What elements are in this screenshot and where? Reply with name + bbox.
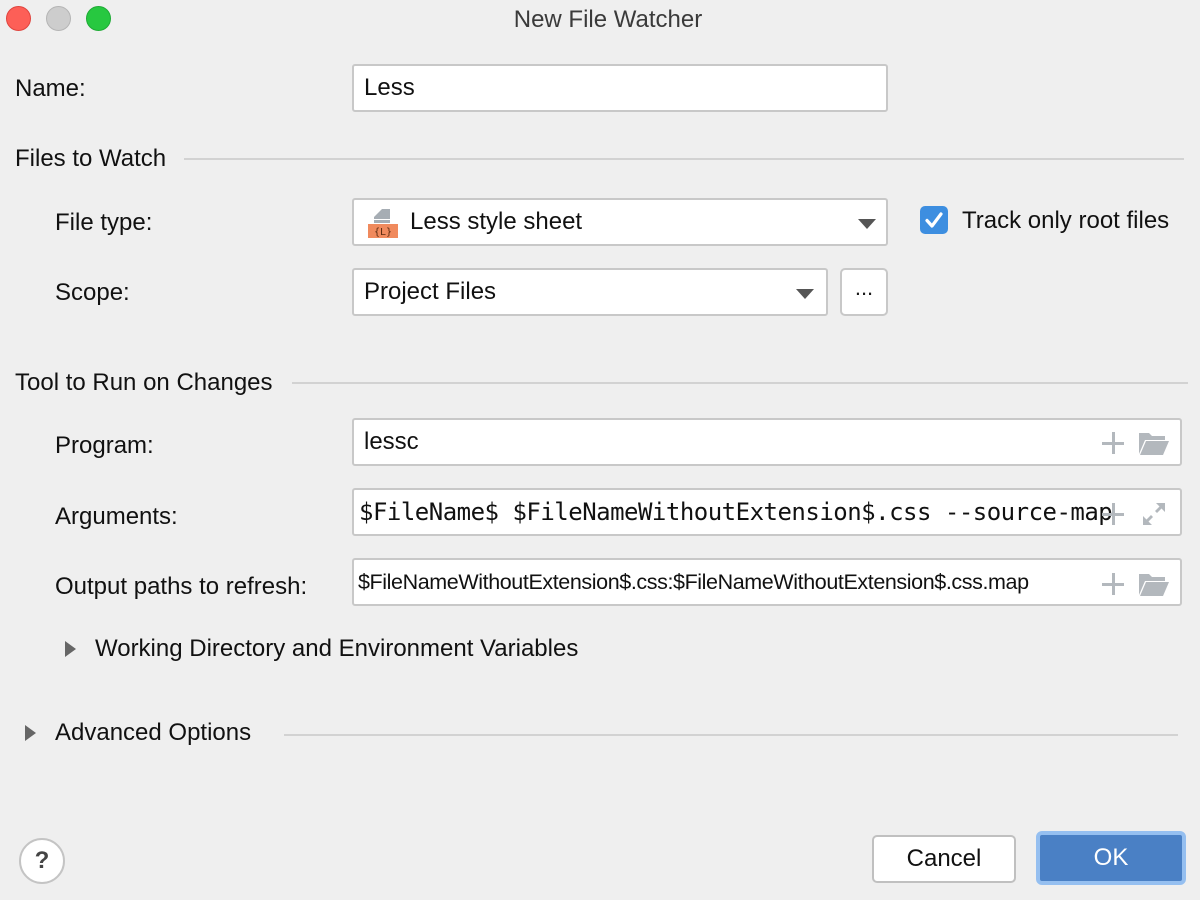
chevron-down-icon — [858, 219, 876, 229]
name-input[interactable]: Less — [352, 64, 888, 112]
file-type-dropdown[interactable]: {L} Less style sheet — [352, 198, 888, 246]
output-paths-input[interactable]: $FileNameWithoutExtension$.css:$FileName… — [352, 558, 1182, 606]
chevron-down-icon — [796, 289, 814, 299]
window-title: New File Watcher — [513, 6, 703, 33]
track-only-root-checkbox[interactable] — [920, 206, 948, 234]
insert-macro-icon[interactable] — [1102, 432, 1124, 454]
less-file-icon: {L} — [368, 209, 400, 239]
ok-button[interactable]: OK — [1036, 831, 1186, 885]
advanced-options-label[interactable]: Advanced Options — [55, 719, 251, 747]
file-type-label: File type: — [55, 209, 153, 236]
scope-label: Scope: — [55, 279, 130, 306]
less-badge-text: {L} — [374, 227, 392, 238]
tool-section-heading: Tool to Run on Changes — [15, 369, 273, 396]
files-to-watch-heading: Files to Watch — [15, 145, 167, 172]
output-paths-value: $FileNameWithoutExtension$.css:$FileName… — [358, 569, 1029, 594]
scope-value: Project Files — [364, 278, 497, 305]
arguments-label: Arguments: — [55, 503, 178, 530]
advanced-options-separator — [284, 734, 1178, 736]
file-type-value: Less style sheet — [410, 208, 583, 235]
name-label: Name: — [15, 75, 86, 102]
working-dir-label[interactable]: Working Directory and Environment Variab… — [95, 635, 578, 663]
arguments-value: $FileName$ $FileNameWithoutExtension$.cs… — [359, 498, 1113, 526]
help-button[interactable]: ? — [19, 838, 65, 884]
tool-section-separator — [292, 382, 1188, 384]
scope-browse-button[interactable]: ... — [840, 268, 888, 316]
scope-dropdown[interactable]: Project Files — [352, 268, 828, 316]
program-input[interactable]: lessc — [352, 418, 1182, 466]
folder-icon[interactable] — [1138, 571, 1170, 597]
arguments-input[interactable]: $FileName$ $FileNameWithoutExtension$.cs… — [352, 488, 1182, 536]
cancel-button[interactable]: Cancel — [872, 835, 1016, 883]
files-to-watch-separator — [184, 158, 1184, 160]
program-label: Program: — [55, 432, 154, 459]
output-paths-label: Output paths to refresh: — [55, 573, 308, 600]
expand-arrow-icon — [65, 641, 76, 657]
expand-arrow-icon — [25, 725, 36, 741]
insert-macro-icon[interactable] — [1102, 573, 1124, 595]
checkmark-icon — [925, 212, 943, 228]
name-value: Less — [364, 74, 415, 101]
insert-macro-icon[interactable] — [1102, 503, 1124, 525]
track-only-root-label[interactable]: Track only root files — [962, 207, 1169, 235]
expand-icon[interactable] — [1140, 500, 1168, 528]
program-value: lessc — [364, 428, 419, 455]
folder-icon[interactable] — [1138, 430, 1170, 456]
